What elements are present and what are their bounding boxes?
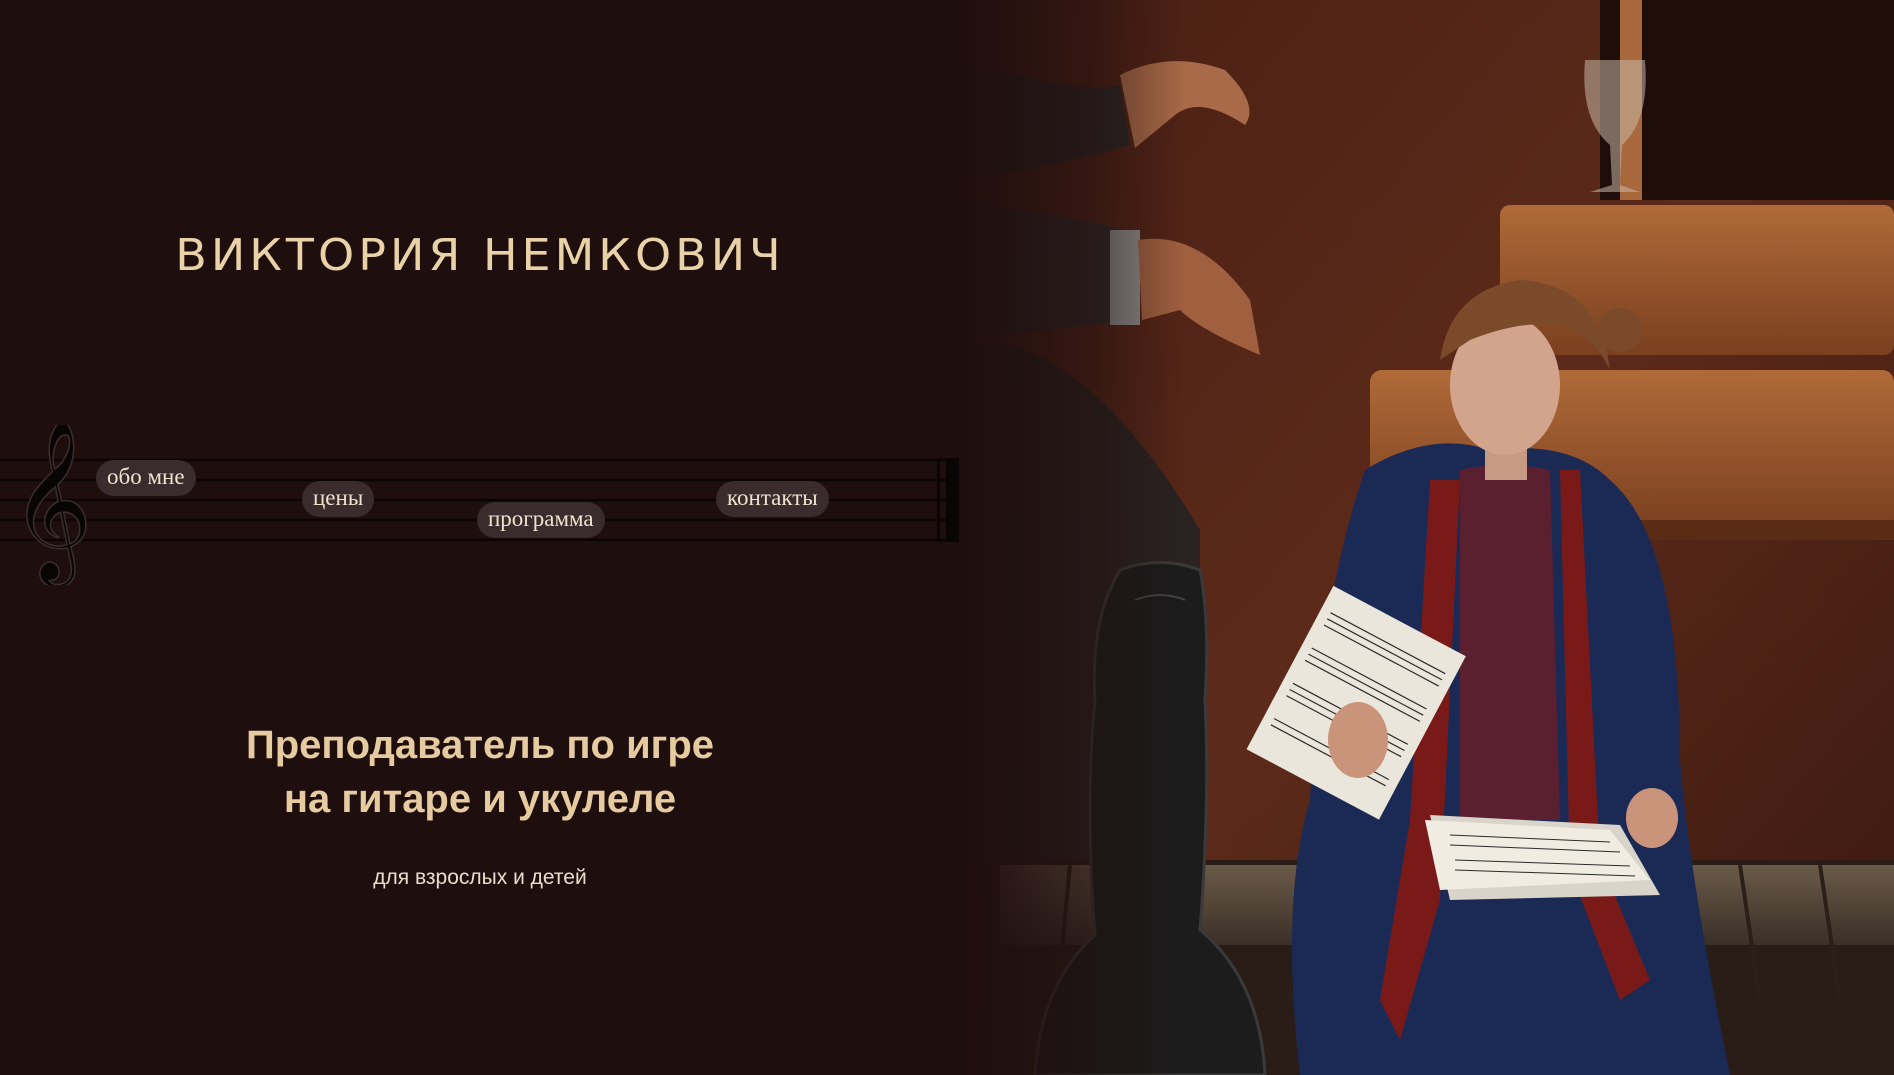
hero-headline: Преподаватель по игре на гитаре и укулел…	[0, 718, 960, 826]
hero-photo	[960, 0, 1894, 1075]
nav-program[interactable]: программа	[477, 502, 605, 538]
staff-navigation: 𝄞 обо мне цены программа контакты	[0, 425, 970, 585]
site-title: ВИКТОРИЯ НЕМКОВИЧ	[175, 229, 785, 281]
hero-subline: для взрослых и детей	[373, 866, 587, 889]
nav-contacts[interactable]: контакты	[716, 481, 829, 517]
nav-prices[interactable]: цены	[302, 481, 375, 517]
hero-headline-line-1: Преподаватель по игре	[245, 723, 715, 767]
hero-photo-image	[960, 0, 1894, 1075]
nav-about-me[interactable]: обо мне	[96, 460, 196, 496]
treble-clef-icon: 𝄞	[9, 425, 93, 585]
svg-text:𝄞: 𝄞	[10, 425, 93, 585]
hero-headline-line-2: на гитаре и укулеле	[283, 777, 677, 821]
page: ВИКТОРИЯ НЕМКОВИЧ 𝄞 обо мне цены програм…	[0, 0, 1894, 1075]
